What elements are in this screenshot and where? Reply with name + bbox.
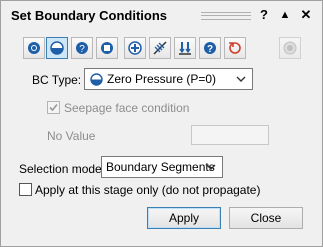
fixed-head-icon bbox=[28, 42, 40, 54]
bc-type-label: BC Type: bbox=[32, 73, 82, 87]
zero-pressure-icon bbox=[50, 41, 64, 55]
selection-mode-label: Selection mode: bbox=[19, 162, 106, 176]
unknown-icon: ? bbox=[76, 42, 88, 55]
apply-stage-label: Apply at this stage only (do not propaga… bbox=[35, 183, 261, 197]
seepage-button[interactable] bbox=[149, 37, 171, 59]
add-flux-button[interactable] bbox=[124, 37, 146, 59]
help-icon: ? bbox=[204, 42, 216, 55]
title-bar[interactable]: Set Boundary Conditions ? ▲ ✕ bbox=[1, 1, 322, 31]
apply-button[interactable]: Apply bbox=[147, 207, 221, 229]
zero-pressure-icon bbox=[90, 73, 103, 86]
svg-text:?: ? bbox=[79, 44, 85, 55]
chevron-down-icon bbox=[236, 76, 246, 82]
drag-grip[interactable] bbox=[201, 12, 251, 20]
help-toolbar-button[interactable]: ? bbox=[199, 37, 221, 59]
bc-type-select[interactable]: Zero Pressure (P=0) bbox=[84, 68, 253, 90]
fixed-head-button[interactable] bbox=[23, 37, 45, 59]
zero-pressure-button[interactable] bbox=[46, 37, 68, 59]
dialog-window: Set Boundary Conditions ? ▲ ✕ ? ? BC Typ… bbox=[0, 0, 323, 247]
add-flux-icon bbox=[128, 41, 142, 55]
no-value-field[interactable] bbox=[191, 125, 269, 145]
seepage-checkbox[interactable] bbox=[47, 101, 60, 114]
close-window-button[interactable]: ✕ bbox=[298, 7, 314, 23]
infiltration-icon bbox=[101, 42, 113, 54]
no-value-label: No Value bbox=[47, 129, 96, 143]
disabled-option-button[interactable] bbox=[279, 37, 301, 59]
help-button[interactable]: ? bbox=[256, 7, 272, 23]
seepage-icon bbox=[153, 41, 167, 55]
collapse-button[interactable]: ▲ bbox=[277, 7, 293, 23]
checkmark-icon bbox=[49, 103, 58, 112]
close-button[interactable]: Close bbox=[229, 207, 303, 229]
seepage-label: Seepage face condition bbox=[64, 101, 190, 115]
infiltration-button[interactable] bbox=[96, 37, 118, 59]
svg-text:?: ? bbox=[207, 44, 213, 55]
reset-icon bbox=[229, 42, 241, 54]
disabled-radio-icon bbox=[283, 41, 297, 55]
apply-stage-checkbox[interactable] bbox=[19, 183, 32, 196]
bc-type-value: Zero Pressure (P=0) bbox=[107, 72, 217, 86]
chevron-down-icon bbox=[206, 164, 216, 170]
drain-icon bbox=[179, 42, 191, 55]
reset-button[interactable] bbox=[224, 37, 246, 59]
selection-mode-value: Boundary Segments bbox=[106, 160, 215, 174]
selection-mode-select[interactable]: Boundary Segments bbox=[101, 156, 223, 178]
unknown-button[interactable]: ? bbox=[71, 37, 93, 59]
dialog-title: Set Boundary Conditions bbox=[11, 8, 167, 23]
drain-button[interactable] bbox=[174, 37, 196, 59]
